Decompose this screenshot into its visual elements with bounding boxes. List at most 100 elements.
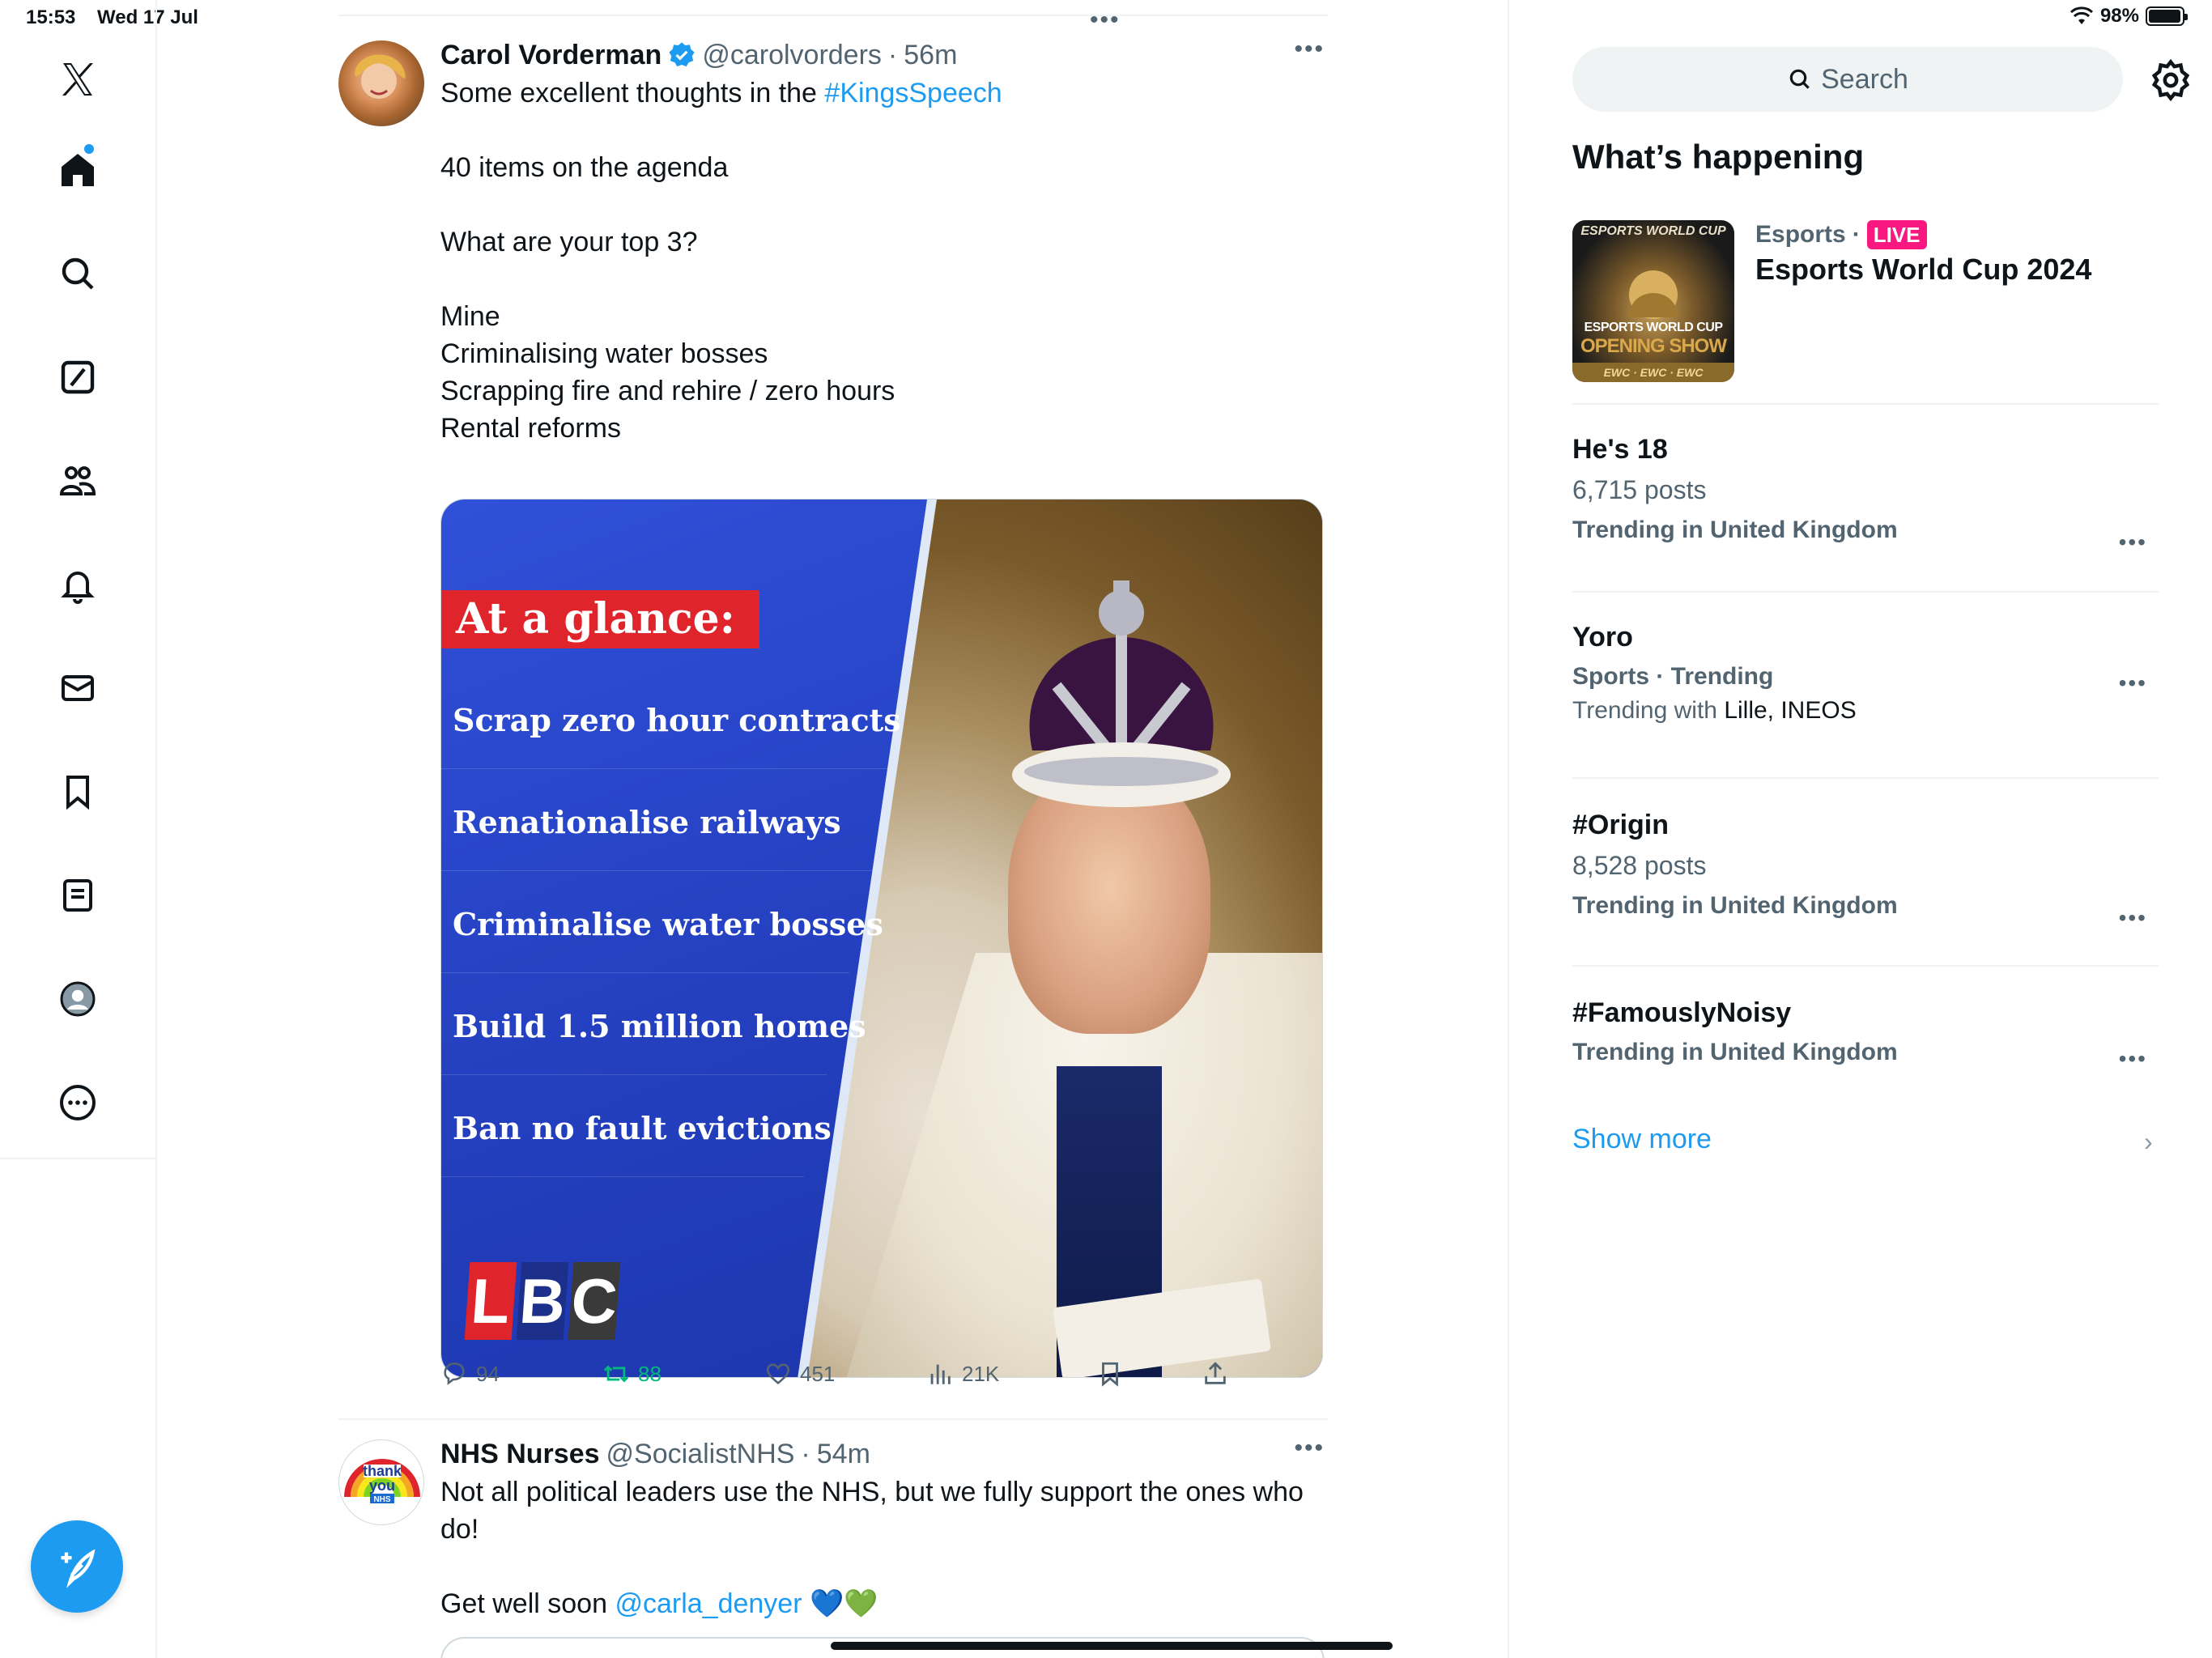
nav-home[interactable] xyxy=(40,133,115,207)
analytics-icon xyxy=(930,1364,951,1384)
graphic-separator xyxy=(441,768,895,769)
meta-separator: · xyxy=(801,1439,810,1469)
bookmark-icon xyxy=(66,776,89,810)
nav-messages[interactable] xyxy=(40,651,115,725)
lbc-logo: L B C xyxy=(464,1262,621,1340)
trend-with-names: Lille, INEOS xyxy=(1724,697,1857,724)
search-input[interactable]: Search xyxy=(1572,47,2123,112)
nav-bookmarks[interactable] xyxy=(40,755,115,829)
retweet-icon xyxy=(603,1365,629,1383)
tweet-divider xyxy=(338,1418,1328,1420)
thumb-label-2: OPENING SHOW xyxy=(1580,335,1727,357)
author-name[interactable]: Carol Vorderman xyxy=(440,36,661,74)
nav-grok[interactable] xyxy=(40,340,115,414)
author-handle[interactable]: @carolvorders xyxy=(702,36,882,74)
esports-thumbnail[interactable]: ESPORTS WORLD CUP ESPORTS WORLD CUP OPEN… xyxy=(1572,220,1734,382)
nav-notifications[interactable] xyxy=(40,547,115,622)
trend-item[interactable]: He's 18 6,715 posts Trending in United K… xyxy=(1572,434,2159,555)
meta-separator: · xyxy=(887,40,898,70)
search-icon xyxy=(1789,69,1810,89)
avatar[interactable]: thank you NHS xyxy=(338,1439,424,1525)
graphic-separator xyxy=(441,1176,804,1177)
thumb-label: ESPORTS WORLD CUP xyxy=(1584,321,1723,334)
graphic-item-4: Build 1.5 million homes xyxy=(453,1008,866,1044)
graphic-heading: At a glance: xyxy=(441,590,759,648)
share-icon xyxy=(1205,1362,1226,1384)
reply-icon xyxy=(444,1362,465,1385)
whats-happening-title: What’s happening xyxy=(1572,138,1865,176)
column-divider xyxy=(1508,0,1509,1658)
gear-icon[interactable] xyxy=(2149,58,2193,102)
mention-link[interactable]: @carla_denyer xyxy=(615,1588,802,1619)
x-logo-icon[interactable] xyxy=(40,42,115,117)
trend-meta: Trending in United Kingdom xyxy=(1572,1039,1898,1065)
tweet-text-2: Get well soon @carla_denyer 💙💚 xyxy=(440,1585,1325,1622)
retweet-count: 88 xyxy=(638,1361,661,1386)
tweet-text: Some excellent thoughts in the #KingsSpe… xyxy=(440,74,1325,112)
more-icon xyxy=(60,1085,96,1120)
graphic-item-3: Criminalise water bosses xyxy=(453,906,883,942)
trend-posts: 8,528 posts xyxy=(1572,851,1707,880)
post-time[interactable]: 54m xyxy=(817,1435,870,1473)
trend-divider xyxy=(1572,591,2159,593)
bookmark-button[interactable] xyxy=(1096,1360,1124,1388)
trend-more-icon[interactable]: ••• xyxy=(2119,670,2147,696)
svg-text:NHS: NHS xyxy=(373,1495,390,1504)
trend-featured[interactable]: Esports · LIVE Esports World Cup 2024 xyxy=(1755,220,2160,287)
reply-count: 94 xyxy=(476,1361,500,1386)
trend-title: #FamouslyNoisy xyxy=(1572,997,1792,1028)
trend-with-prefix: Trending with xyxy=(1572,697,1725,724)
compose-post-button[interactable] xyxy=(31,1520,123,1613)
trend-item[interactable]: #Origin 8,528 posts Trending in United K… xyxy=(1572,810,2159,930)
tweet-carol-vorderman[interactable]: Carol Vorderman @carolvorders · 56m ••• … xyxy=(338,36,1328,1420)
avatar[interactable] xyxy=(338,40,424,126)
show-more-link[interactable]: Show more xyxy=(1572,1124,1712,1155)
nav-explore[interactable] xyxy=(40,236,115,311)
like-button[interactable]: 451 xyxy=(764,1360,835,1388)
tweet-media-image[interactable]: At a glance: Scrap zero hour contracts R… xyxy=(440,499,1323,1378)
search-icon xyxy=(62,257,94,290)
nav-profile[interactable] xyxy=(40,962,115,1036)
reply-button[interactable]: 94 xyxy=(440,1360,500,1388)
trend-divider xyxy=(1572,965,2159,967)
trend-divider xyxy=(1572,403,2159,405)
feather-plus-icon xyxy=(61,1549,96,1588)
nav-lists[interactable] xyxy=(40,858,115,933)
author-name[interactable]: NHS Nurses xyxy=(440,1435,600,1473)
trend-posts: 6,715 posts xyxy=(1572,475,1707,504)
trend-title: Esports World Cup 2024 xyxy=(1755,253,2092,286)
trend-more-icon[interactable]: ••• xyxy=(2119,1046,2147,1072)
ellipsis-icon[interactable]: ••• xyxy=(1090,6,1121,34)
graphic-separator xyxy=(441,1074,827,1075)
tweet-more-icon[interactable]: ••• xyxy=(1294,1435,1325,1462)
trend-more-icon[interactable]: ••• xyxy=(2119,529,2147,555)
trend-more-icon[interactable]: ••• xyxy=(2119,905,2147,931)
verified-badge-icon xyxy=(669,42,695,67)
trend-item[interactable]: Yoro Sports · Trending Trending with Lil… xyxy=(1572,622,2159,725)
tweet-more-icon[interactable]: ••• xyxy=(1294,36,1325,63)
grok-icon xyxy=(61,360,95,394)
graphic-item-5: Ban no fault evictions xyxy=(453,1110,832,1146)
logo-letter: B xyxy=(516,1262,569,1340)
retweet-button[interactable]: 88 xyxy=(602,1360,661,1388)
post-time[interactable]: 56m xyxy=(904,36,957,74)
heart-icon xyxy=(766,1363,790,1384)
tweet-text-prefix: Some excellent thoughts in the xyxy=(440,78,825,108)
nav-divider xyxy=(0,1158,157,1159)
views-button[interactable]: 21K xyxy=(926,1360,999,1388)
hashtag-link[interactable]: #KingsSpeech xyxy=(824,78,1002,108)
home-indicator[interactable] xyxy=(831,1642,1393,1650)
bell-icon xyxy=(61,572,95,604)
trend-item[interactable]: #FamouslyNoisy Trending in United Kingdo… xyxy=(1572,997,2159,1071)
author-handle[interactable]: @SocialistNHS xyxy=(606,1435,795,1473)
tweet-header: Carol Vorderman @carolvorders · 56m xyxy=(440,36,1325,74)
nav-communities[interactable] xyxy=(40,444,115,518)
heart-emoji: 💙💚 xyxy=(809,1588,878,1619)
list-icon xyxy=(63,879,92,912)
tweet-nhs-nurses[interactable]: thank you NHS NHS Nurses @SocialistNHS ·… xyxy=(338,1435,1328,1658)
communities-icon xyxy=(59,466,96,495)
share-button[interactable] xyxy=(1202,1360,1229,1388)
left-navigation xyxy=(0,0,157,1658)
nav-more[interactable] xyxy=(40,1065,115,1140)
tweet-body: Carol Vorderman @carolvorders · 56m ••• … xyxy=(440,36,1325,447)
